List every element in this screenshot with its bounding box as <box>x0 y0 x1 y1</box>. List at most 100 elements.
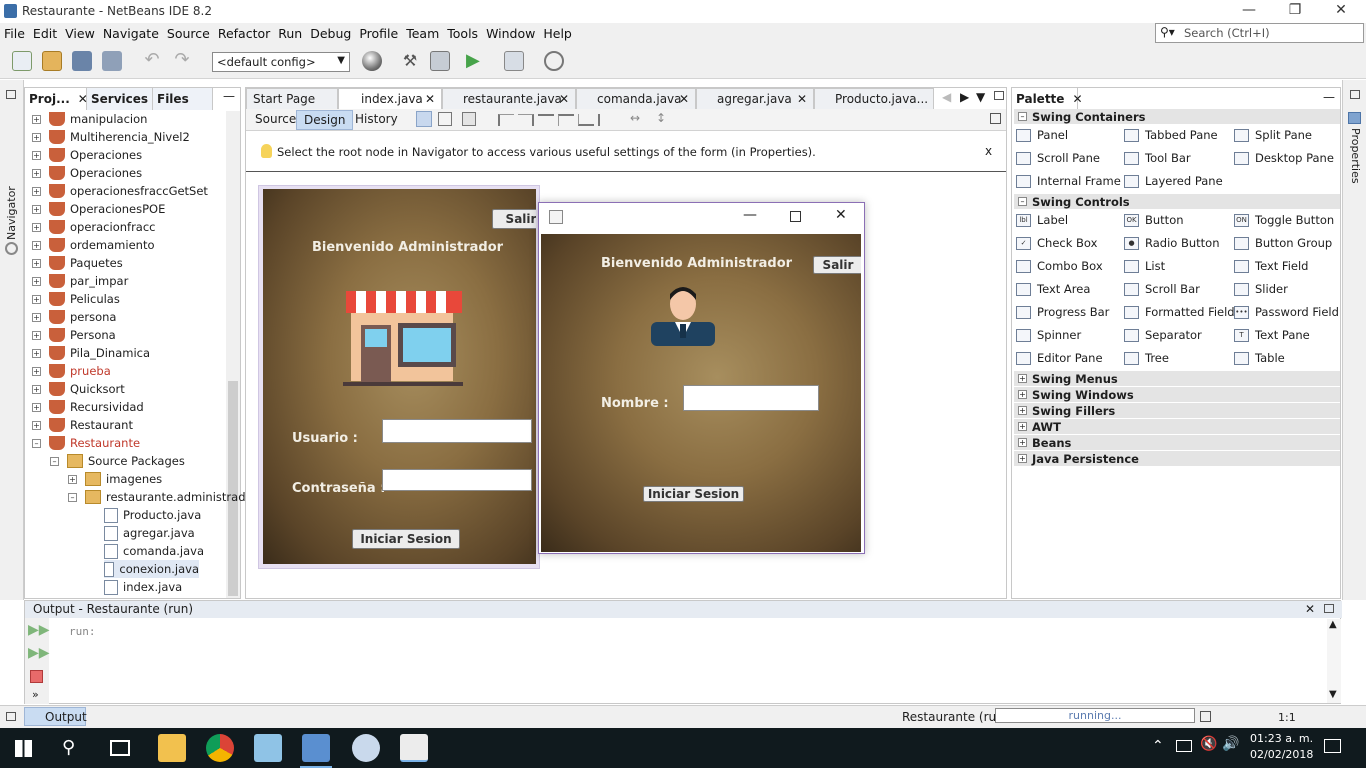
tree-item[interactable]: + Restaurant <box>32 416 133 434</box>
palette-item[interactable]: Scroll Pane <box>1016 151 1100 165</box>
expand-icon[interactable]: + <box>32 294 41 304</box>
close-icon[interactable]: ✕ <box>1305 602 1315 616</box>
palette-item[interactable]: lbl Label <box>1016 213 1068 227</box>
tree-item[interactable]: + Operaciones <box>32 146 142 164</box>
selection-mode-icon[interactable] <box>416 111 432 127</box>
minimize-icon[interactable]: — <box>1234 2 1264 18</box>
menu-file[interactable]: File <box>0 23 29 41</box>
palette-item[interactable]: Formatted Field <box>1124 305 1235 319</box>
tab-scroll-right-icon[interactable]: ▶ <box>960 90 969 104</box>
maximize-icon[interactable] <box>790 211 801 222</box>
tree-item[interactable]: conexion.java <box>104 560 199 578</box>
tree-item[interactable]: – Source Packages <box>50 452 185 470</box>
design-view-button[interactable]: Design <box>296 110 354 130</box>
expand-icon[interactable]: + <box>68 474 77 484</box>
expand-icon[interactable]: + <box>32 204 41 214</box>
login-form-panel[interactable]: Salir Bienvenido Administrador Usuario :… <box>263 189 536 564</box>
source-view-button[interactable]: Source <box>248 110 303 130</box>
search-icon[interactable]: ⚲ <box>62 737 75 758</box>
save-all-icon[interactable] <box>102 51 122 71</box>
expand-icon[interactable]: + <box>32 384 41 394</box>
tab-agregar-java[interactable]: agregar.java ✕ <box>696 88 814 110</box>
contrasena-field[interactable] <box>382 469 532 491</box>
run-icon[interactable]: ▶ <box>466 51 486 71</box>
debug-icon[interactable] <box>504 51 524 71</box>
palette-item[interactable]: Split Pane <box>1234 128 1312 142</box>
tree-item[interactable]: + Peliculas <box>32 290 120 308</box>
nombre-field[interactable] <box>683 385 819 411</box>
palette-item[interactable]: ● Radio Button <box>1124 236 1220 250</box>
palette-item[interactable]: Panel <box>1016 128 1068 142</box>
collapse-icon[interactable]: – <box>32 438 41 448</box>
category-swing-controls[interactable]: – Swing Controls <box>1014 194 1340 209</box>
tab-files[interactable]: Files <box>153 88 213 110</box>
category-swing-windows[interactable]: + Swing Windows <box>1014 387 1340 402</box>
close-icon[interactable]: ✕ <box>835 207 847 223</box>
design-options-icon[interactable] <box>990 113 1001 124</box>
tree-item[interactable]: + manipulacion <box>32 110 147 128</box>
menu-navigate[interactable]: Navigate <box>99 23 163 41</box>
tree-item[interactable]: – Restaurante <box>32 434 140 452</box>
salir-button[interactable]: Salir <box>492 209 536 229</box>
expand-icon[interactable]: + <box>32 114 41 124</box>
category-beans[interactable]: + Beans <box>1014 435 1340 450</box>
palette-item[interactable]: ••• Password Field <box>1234 305 1339 319</box>
tree-item[interactable]: agregar.java <box>104 524 195 542</box>
clock-date[interactable]: 02/02/2018 <box>1250 748 1313 761</box>
more-icon[interactable]: » <box>32 688 39 701</box>
open-project-icon[interactable] <box>72 51 92 71</box>
undo-icon[interactable]: ↶ <box>142 51 162 71</box>
tab-index-java[interactable]: index.java ✕ <box>338 88 442 110</box>
volume-muted-icon[interactable]: 🔇 <box>1200 736 1217 752</box>
tab-services[interactable]: Services <box>87 88 153 110</box>
tree-item[interactable]: Producto.java <box>104 506 201 524</box>
redo-icon[interactable]: ↷ <box>172 51 192 71</box>
tab-list-icon[interactable]: ▼ <box>976 90 985 104</box>
expand-icon[interactable]: + <box>1018 438 1027 447</box>
globe-icon[interactable] <box>362 51 382 71</box>
expand-icon[interactable]: + <box>32 168 41 178</box>
palette-item[interactable]: Tree <box>1124 351 1169 365</box>
palette-item[interactable]: Text Field <box>1234 259 1308 273</box>
scroll-down-icon[interactable]: ▼ <box>1329 689 1337 700</box>
menu-source[interactable]: Source <box>163 23 214 41</box>
expand-icon[interactable]: + <box>32 330 41 340</box>
expand-icon[interactable]: + <box>32 132 41 142</box>
expand-icon[interactable]: + <box>32 150 41 160</box>
minimize-icon[interactable]: — <box>743 207 757 223</box>
align-bottom-icon[interactable] <box>578 114 594 126</box>
center-vertically-icon[interactable] <box>598 114 614 126</box>
speaker-icon[interactable]: 🔊 <box>1222 736 1239 752</box>
align-left-icon[interactable] <box>498 114 514 126</box>
palette-item[interactable]: Internal Frame <box>1016 174 1121 188</box>
collapse-icon[interactable]: – <box>1018 112 1027 121</box>
expand-icon[interactable]: + <box>32 186 41 196</box>
palette-item[interactable]: List <box>1124 259 1165 273</box>
tree-item[interactable]: – restaurante.administrad <box>68 488 246 506</box>
build-hammer-icon[interactable]: ⚒ <box>400 51 420 71</box>
close-icon[interactable]: ✕ <box>679 92 689 106</box>
palette-item[interactable]: Desktop Pane <box>1234 151 1334 165</box>
maximize-editor-icon[interactable] <box>994 91 1004 100</box>
menu-view[interactable]: View <box>61 23 99 41</box>
stop-icon[interactable] <box>30 670 43 683</box>
menu-debug[interactable]: Debug <box>306 23 355 41</box>
history-view-button[interactable]: History <box>348 110 405 130</box>
close-icon[interactable]: ✕ <box>559 92 569 106</box>
tree-item[interactable]: comanda.java <box>104 542 204 560</box>
tab-scroll-left-icon[interactable]: ◀ <box>942 90 951 104</box>
hint-close-button[interactable]: x <box>985 144 992 158</box>
palette-item[interactable]: Scroll Bar <box>1124 282 1200 296</box>
restore-window-icon[interactable] <box>6 712 16 721</box>
minimize-panel-icon[interactable]: — <box>1323 90 1335 104</box>
tree-item[interactable]: + Multiherencia_Nivel2 <box>32 128 190 146</box>
usuario-field[interactable] <box>382 419 532 443</box>
expand-icon[interactable]: + <box>1018 374 1027 383</box>
show-hidden-icons[interactable]: ⌃ <box>1152 738 1164 754</box>
tree-item[interactable]: + OperacionesPOE <box>32 200 165 218</box>
collapse-icon[interactable]: – <box>68 492 77 502</box>
category-swing-fillers[interactable]: + Swing Fillers <box>1014 403 1340 418</box>
expand-icon[interactable]: + <box>1018 406 1027 415</box>
category-java-persistence[interactable]: + Java Persistence <box>1014 451 1340 466</box>
palette-item[interactable]: Editor Pane <box>1016 351 1103 365</box>
